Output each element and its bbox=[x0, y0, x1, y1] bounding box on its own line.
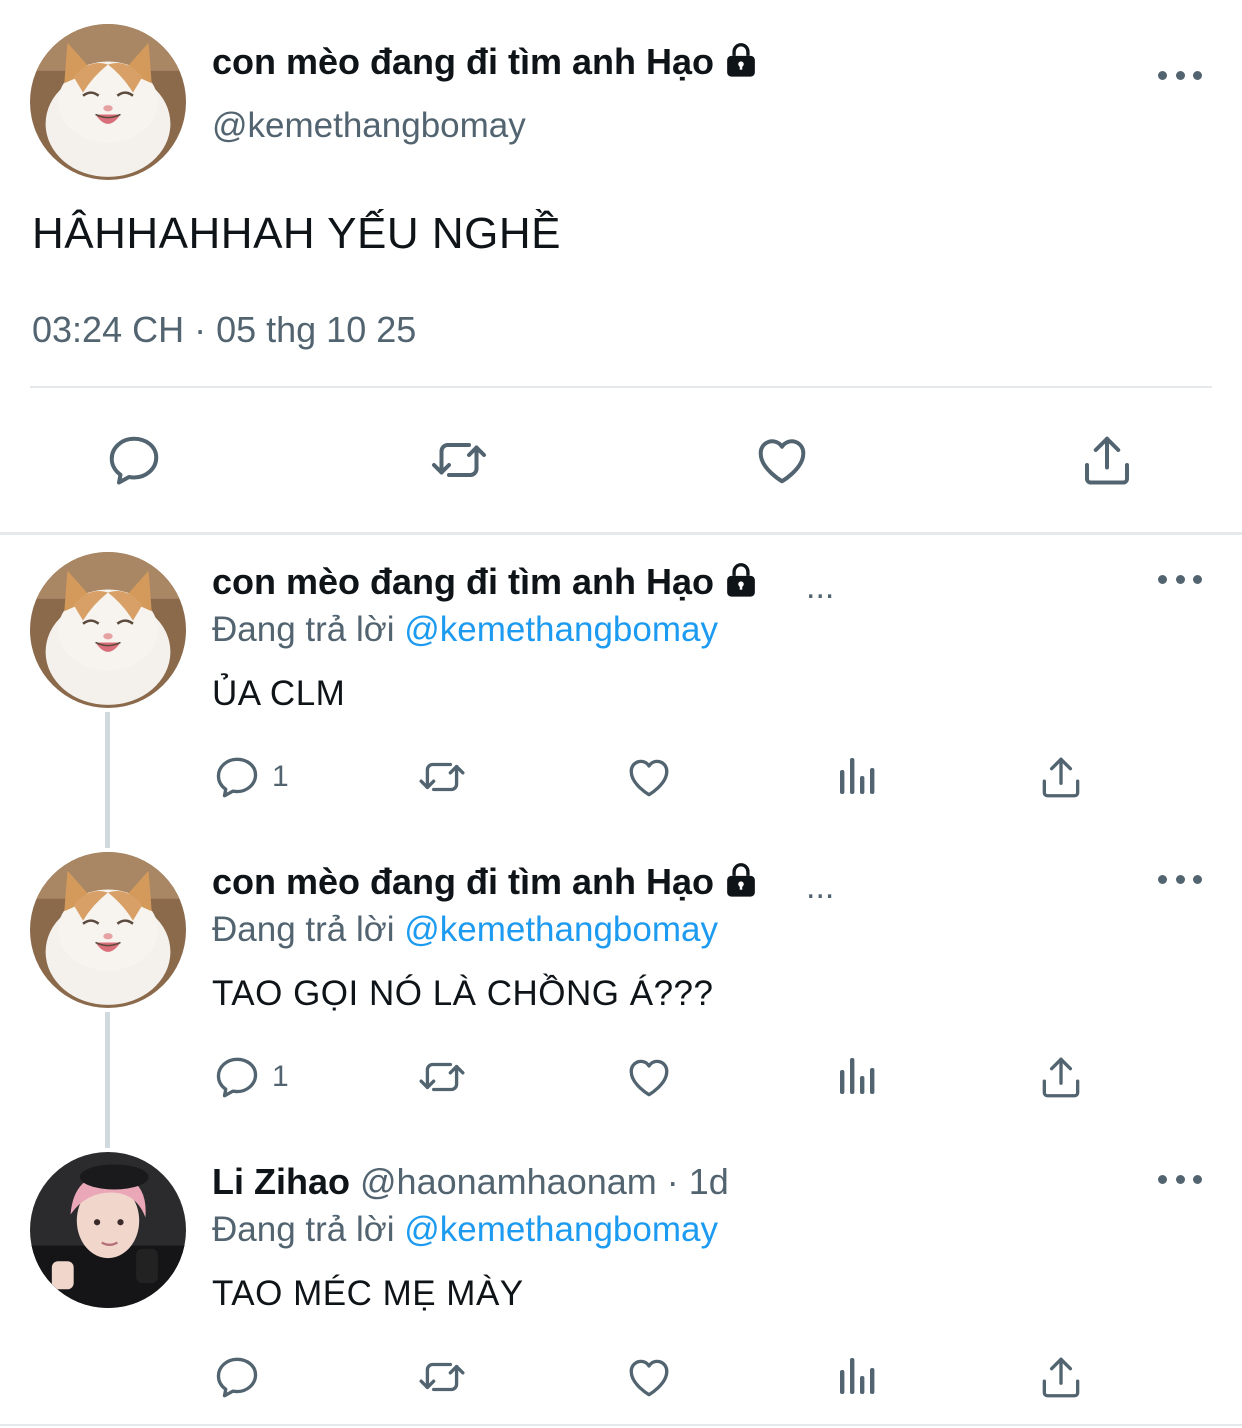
mention-link[interactable]: @kemethangbomay bbox=[404, 910, 718, 949]
display-name[interactable]: Li Zihao bbox=[212, 1161, 350, 1202]
retweet-icon[interactable] bbox=[414, 1052, 470, 1102]
like-icon[interactable] bbox=[624, 1052, 674, 1102]
avatar[interactable] bbox=[30, 1152, 186, 1308]
reply-icon[interactable] bbox=[212, 1352, 262, 1402]
reply-icon[interactable] bbox=[212, 752, 262, 802]
display-name[interactable]: con mèo đang đi tìm anh Hạo bbox=[212, 864, 758, 902]
more-icon[interactable] bbox=[1158, 68, 1202, 82]
retweet-icon[interactable] bbox=[414, 752, 470, 802]
share-icon[interactable] bbox=[1036, 1052, 1086, 1102]
avatar[interactable] bbox=[30, 552, 186, 708]
avatar[interactable] bbox=[30, 852, 186, 1008]
views-icon[interactable] bbox=[832, 1052, 880, 1100]
display-name[interactable]: con mèo đang đi tìm anh Hạo bbox=[212, 564, 758, 602]
share-icon[interactable] bbox=[1036, 752, 1086, 802]
mention-link[interactable]: @kemethangbomay bbox=[404, 1210, 718, 1249]
divider bbox=[30, 386, 1212, 388]
cat-avatar-image bbox=[30, 24, 186, 180]
like-icon[interactable] bbox=[752, 430, 812, 490]
reply-icon[interactable] bbox=[212, 1052, 262, 1102]
like-icon[interactable] bbox=[624, 752, 674, 802]
like-icon[interactable] bbox=[624, 1352, 674, 1402]
person-avatar-image bbox=[30, 1152, 186, 1308]
views-icon[interactable] bbox=[832, 752, 880, 800]
reply-icon[interactable] bbox=[104, 430, 164, 490]
relative-time[interactable]: · 1d bbox=[667, 1161, 729, 1202]
retweet-icon[interactable] bbox=[414, 1352, 470, 1402]
lock-icon bbox=[724, 562, 758, 598]
reply-count: 1 bbox=[272, 760, 289, 793]
mention-link[interactable]: @kemethangbomay bbox=[404, 610, 718, 649]
tweet-text: HÂHHAHHAH YẾU NGHỀ bbox=[32, 209, 561, 258]
share-icon[interactable] bbox=[1077, 430, 1137, 490]
name-overflow: ... bbox=[806, 568, 835, 606]
lock-icon bbox=[724, 862, 758, 898]
more-icon[interactable] bbox=[1158, 1172, 1202, 1186]
replying-to: Đang trả lời @kemethangbomay bbox=[212, 910, 718, 949]
replying-to: Đang trả lời @kemethangbomay bbox=[212, 1210, 718, 1249]
divider bbox=[0, 1424, 1242, 1426]
cat-avatar-image bbox=[30, 552, 186, 708]
user-handle[interactable]: @haonamhaonam bbox=[360, 1161, 657, 1202]
tweet-text: TAO GỌI NÓ LÀ CHỒNG Á??? bbox=[212, 974, 714, 1013]
tweet-timestamp[interactable]: 03:24 CH · 05 thg 10 25 bbox=[32, 312, 416, 348]
views-icon[interactable] bbox=[832, 1352, 880, 1400]
thread-line bbox=[105, 1012, 110, 1148]
user-header[interactable]: Li Zihao @haonamhaonam · 1d bbox=[212, 1164, 729, 1200]
reply-count: 1 bbox=[272, 1060, 289, 1093]
section-divider bbox=[0, 532, 1242, 535]
retweet-icon[interactable] bbox=[426, 430, 492, 490]
tweet-text: TAO MÉC MẸ MÀY bbox=[212, 1274, 524, 1313]
replying-to: Đang trả lời @kemethangbomay bbox=[212, 610, 718, 649]
avatar[interactable] bbox=[30, 24, 186, 180]
lock-icon bbox=[724, 42, 758, 78]
name-overflow: ... bbox=[806, 868, 835, 906]
cat-avatar-image bbox=[30, 852, 186, 1008]
tweet-text: ỦA CLM bbox=[212, 674, 346, 713]
display-name[interactable]: con mèo đang đi tìm anh Hạo bbox=[212, 44, 758, 82]
share-icon[interactable] bbox=[1036, 1352, 1086, 1402]
more-icon[interactable] bbox=[1158, 572, 1202, 586]
user-handle[interactable]: @kemethangbomay bbox=[212, 108, 526, 143]
more-icon[interactable] bbox=[1158, 872, 1202, 886]
thread-line bbox=[105, 712, 110, 848]
